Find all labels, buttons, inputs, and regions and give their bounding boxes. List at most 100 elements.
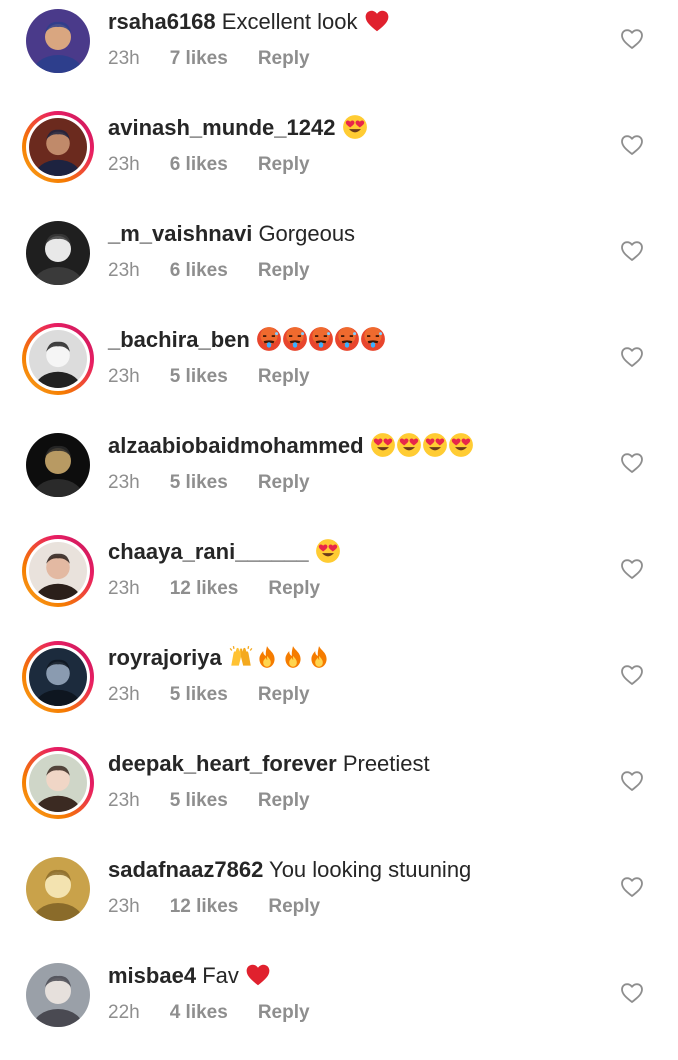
comment-likes[interactable]: 6 likes: [170, 260, 228, 281]
comment-text-content: Gorgeous: [258, 221, 356, 246]
raising-hands-emoji: [229, 646, 253, 666]
comment-likes[interactable]: 5 likes: [170, 472, 228, 493]
comment-likes[interactable]: 4 likes: [170, 1002, 228, 1023]
avatar-photo: [29, 754, 87, 812]
avatar[interactable]: [22, 111, 94, 183]
like-heart-icon: [621, 29, 643, 49]
avatar[interactable]: [22, 747, 94, 819]
hot-face-emoji: [361, 327, 385, 351]
avatar-photo: [29, 648, 87, 706]
comment-text: [335, 115, 367, 140]
comment-username[interactable]: sadafnaaz7862: [108, 857, 263, 882]
reply-button[interactable]: Reply: [258, 1002, 310, 1023]
avatar[interactable]: [22, 535, 94, 607]
avatar[interactable]: [22, 429, 94, 501]
like-button[interactable]: [620, 982, 644, 1004]
reply-button[interactable]: Reply: [258, 790, 310, 811]
like-heart-icon: [621, 665, 643, 685]
like-button[interactable]: [620, 770, 644, 792]
reply-button[interactable]: Reply: [258, 48, 310, 69]
comment-username[interactable]: _bachira_ben: [108, 327, 250, 352]
comment-text: [222, 645, 332, 670]
comment-row: _m_vaishnavi Gorgeous 23h 6 likes Reply: [0, 212, 678, 318]
reply-button[interactable]: Reply: [258, 366, 310, 387]
comment-row: avinash_munde_1242 23h 6 likes Reply: [0, 106, 678, 212]
avatar-photo: [29, 542, 87, 600]
avatar[interactable]: [22, 959, 94, 1031]
heart-eyes-emoji: [422, 433, 447, 457]
comment-meta: 23h 5 likes Reply: [108, 365, 310, 389]
comment-likes[interactable]: 6 likes: [170, 154, 228, 175]
comment-row: deepak_heart_forever Preetiest 23h 5 like…: [0, 742, 678, 848]
comment-row: alzaabiobaidmohammed 23h 5 likes Reply: [0, 424, 678, 530]
comment-row: misbae4 Fav 22h 4 likes Reply: [0, 954, 678, 1060]
comment-likes[interactable]: 12 likes: [170, 896, 239, 917]
comment-body: chaaya_rani______: [108, 538, 341, 566]
comment-row: sadafnaaz7862 You looking stuuning 23h 12…: [0, 848, 678, 954]
comment-time: 23h: [108, 260, 140, 281]
comment-text: Gorgeous: [252, 221, 355, 246]
comment-meta: 23h 5 likes Reply: [108, 683, 310, 707]
like-heart-icon: [621, 135, 643, 155]
hot-face-emoji: [309, 327, 333, 351]
comment-likes[interactable]: 5 likes: [170, 790, 228, 811]
reply-button[interactable]: Reply: [258, 684, 310, 705]
heart-eyes-emoji: [396, 433, 421, 457]
avatar[interactable]: [22, 217, 94, 289]
like-heart-icon: [621, 241, 643, 261]
comment-body: _bachira_ben: [108, 326, 386, 354]
like-heart-icon: [621, 877, 643, 897]
like-button[interactable]: [620, 664, 644, 686]
avatar-photo: [26, 963, 90, 1027]
reply-button[interactable]: Reply: [258, 260, 310, 281]
comment-time: 23h: [108, 578, 140, 599]
comment-likes[interactable]: 12 likes: [170, 578, 239, 599]
comment-username[interactable]: alzaabiobaidmohammed: [108, 433, 364, 458]
comment-text-content: Excellent look: [221, 9, 358, 34]
like-button[interactable]: [620, 28, 644, 50]
comment-body: _m_vaishnavi Gorgeous: [108, 220, 355, 248]
comment-username[interactable]: misbae4: [108, 963, 196, 988]
comment-likes[interactable]: 5 likes: [170, 684, 228, 705]
heart-eyes-emoji: [370, 433, 395, 457]
like-button[interactable]: [620, 240, 644, 262]
comment-username[interactable]: deepak_heart_forever: [108, 751, 337, 776]
comment-body: sadafnaaz7862 You looking stuuning: [108, 856, 471, 884]
red-heart-emoji: [365, 10, 389, 32]
comment-time: 23h: [108, 896, 140, 917]
comment-username[interactable]: avinash_munde_1242: [108, 115, 335, 140]
comment-text-content: You looking stuuning: [269, 857, 472, 882]
comment-text: Fav: [196, 963, 271, 988]
comment-time: 22h: [108, 1002, 140, 1023]
like-button[interactable]: [620, 558, 644, 580]
comment-username[interactable]: royrajoriya: [108, 645, 222, 670]
avatar[interactable]: [22, 853, 94, 925]
like-button[interactable]: [620, 346, 644, 368]
reply-button[interactable]: Reply: [268, 896, 320, 917]
reply-button[interactable]: Reply: [258, 472, 310, 493]
avatar[interactable]: [22, 323, 94, 395]
heart-eyes-emoji: [315, 539, 340, 563]
comment-body: deepak_heart_forever Preetiest: [108, 750, 430, 778]
comment-body: rsaha6168 Excellent look: [108, 8, 390, 36]
comment-text: Excellent look: [216, 9, 390, 34]
heart-eyes-emoji: [448, 433, 473, 457]
like-button[interactable]: [620, 452, 644, 474]
avatar[interactable]: [22, 641, 94, 713]
comment-likes[interactable]: 5 likes: [170, 366, 228, 387]
like-button[interactable]: [620, 134, 644, 156]
comment-row: chaaya_rani______ 23h 12 likes Reply: [0, 530, 678, 636]
comment-username[interactable]: _m_vaishnavi: [108, 221, 252, 246]
reply-button[interactable]: Reply: [268, 578, 320, 599]
comment-meta: 23h 12 likes Reply: [108, 577, 320, 601]
like-heart-icon: [621, 559, 643, 579]
avatar[interactable]: [22, 5, 94, 77]
comment-meta: 22h 4 likes Reply: [108, 1001, 310, 1025]
comment-username[interactable]: rsaha6168: [108, 9, 216, 34]
comment-likes[interactable]: 7 likes: [170, 48, 228, 69]
comment-row: royrajoriya 23h 5 likes Reply: [0, 636, 678, 742]
like-button[interactable]: [620, 876, 644, 898]
reply-button[interactable]: Reply: [258, 154, 310, 175]
comment-body: misbae4 Fav: [108, 962, 271, 990]
comment-username[interactable]: chaaya_rani______: [108, 539, 309, 564]
